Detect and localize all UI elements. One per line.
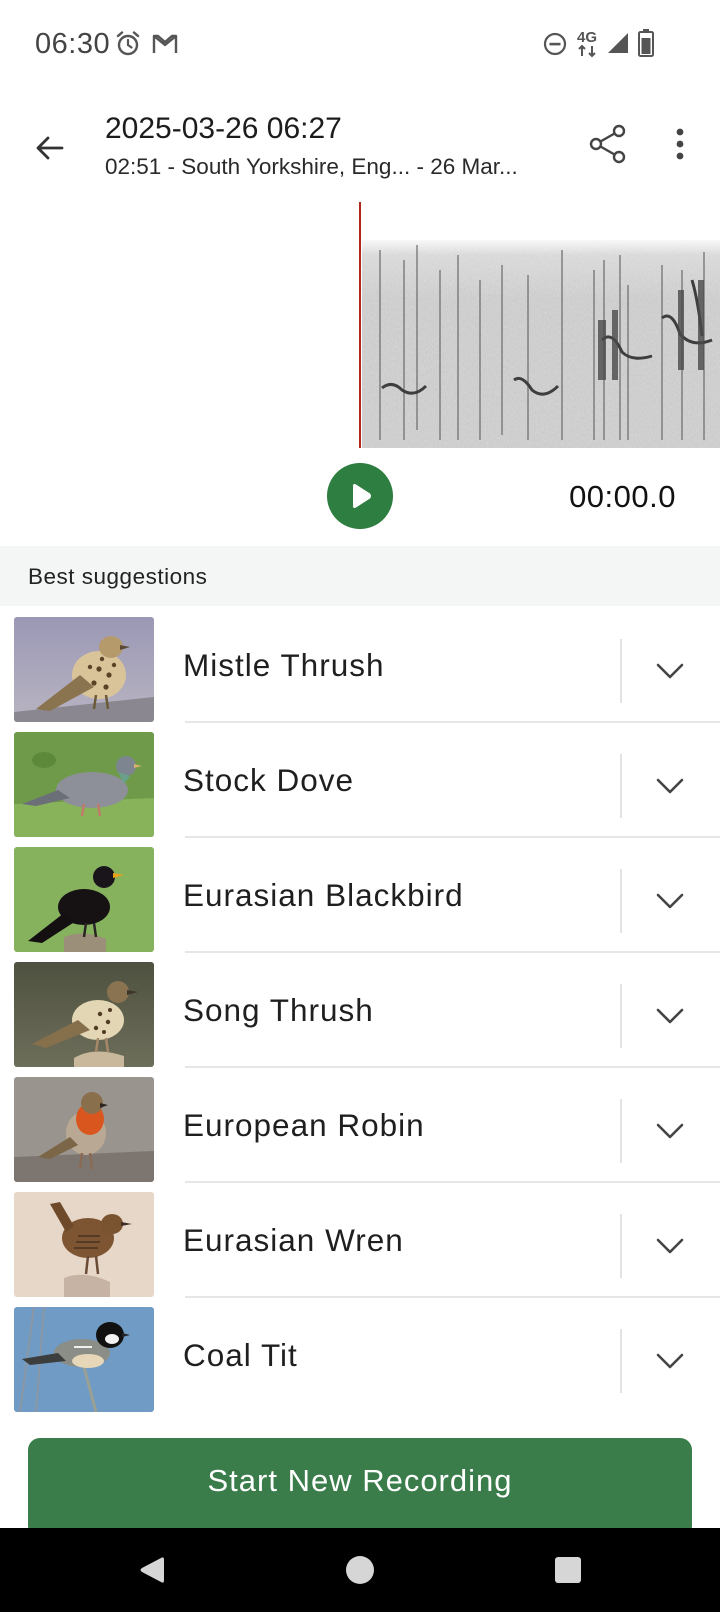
chevron-down-icon	[656, 1353, 684, 1369]
play-button[interactable]	[327, 463, 393, 529]
species-name: Stock Dove	[183, 762, 355, 798]
divider	[620, 1214, 622, 1278]
start-new-recording-button[interactable]: Start New Recording	[28, 1438, 692, 1538]
chevron-down-icon	[656, 1238, 684, 1254]
nav-home-icon	[346, 1556, 374, 1584]
page-title: 2025-03-26 06:27	[105, 112, 342, 145]
page-subtitle: 02:51 - South Yorkshire, Eng... - 26 Mar…	[105, 154, 518, 179]
song-thrush-photo	[14, 962, 154, 1067]
expand-button[interactable]	[640, 756, 700, 816]
species-name: Eurasian Blackbird	[183, 877, 464, 913]
list-item[interactable]: Coal Tit	[0, 1297, 720, 1412]
more-options-button[interactable]	[656, 116, 704, 172]
suggestions-header-label: Best suggestions	[28, 564, 208, 589]
alarm-icon	[115, 30, 141, 63]
list-item[interactable]: Stock Dove	[0, 722, 720, 838]
european-robin-photo	[14, 1077, 154, 1182]
expand-button[interactable]	[640, 641, 700, 701]
suggestions-header: Best suggestions	[0, 546, 720, 606]
chevron-down-icon	[656, 663, 684, 679]
4g-data-icon: 4G	[574, 28, 602, 63]
nav-home-button[interactable]	[332, 1542, 388, 1598]
nav-recents-icon	[555, 1557, 581, 1583]
play-icon	[353, 484, 371, 508]
nav-back-icon	[140, 1557, 164, 1583]
navigation-bar	[0, 1528, 720, 1612]
gmail-icon	[152, 33, 178, 60]
chevron-down-icon	[656, 778, 684, 794]
list-item[interactable]: Eurasian Wren	[0, 1182, 720, 1298]
divider	[620, 639, 622, 703]
more-vert-icon	[676, 128, 684, 160]
list-item[interactable]: Song Thrush	[0, 952, 720, 1068]
do-not-disturb-icon	[543, 32, 567, 61]
battery-icon	[638, 29, 654, 62]
app-bar: 2025-03-26 06:27 02:51 - South Yorkshire…	[0, 100, 720, 200]
playback-time: 00:00.0	[569, 479, 676, 514]
playhead[interactable]	[359, 202, 361, 448]
list-item[interactable]: European Robin	[0, 1067, 720, 1183]
nav-back-button[interactable]	[124, 1542, 180, 1598]
list-item[interactable]: Mistle Thrush	[0, 607, 720, 723]
eurasian-blackbird-photo	[14, 847, 154, 952]
divider	[620, 1099, 622, 1163]
species-name: Coal Tit	[183, 1337, 298, 1373]
stock-dove-photo	[14, 732, 154, 837]
chevron-down-icon	[656, 1123, 684, 1139]
divider	[620, 984, 622, 1048]
nav-recents-button[interactable]	[540, 1542, 596, 1598]
expand-button[interactable]	[640, 871, 700, 931]
divider	[620, 754, 622, 818]
arrow-back-icon	[36, 136, 64, 160]
coal-tit-photo	[14, 1307, 154, 1412]
network-label: 4G	[577, 29, 597, 46]
species-name: Song Thrush	[183, 992, 374, 1028]
expand-button[interactable]	[640, 1216, 700, 1276]
divider	[620, 869, 622, 933]
status-bar: 06:30 4G	[0, 0, 720, 90]
list-item[interactable]: Eurasian Blackbird	[0, 837, 720, 953]
expand-button[interactable]	[640, 1101, 700, 1161]
spectrogram[interactable]	[0, 202, 720, 448]
expand-button[interactable]	[640, 986, 700, 1046]
divider	[620, 1329, 622, 1393]
signal-icon	[606, 31, 630, 60]
back-button[interactable]	[22, 120, 78, 176]
suggestions-list: Mistle Thrush Stock Dove Eurasian Blackb…	[0, 607, 720, 1412]
species-name: Eurasian Wren	[183, 1222, 404, 1258]
screen: 06:30 4G 2025-03-26 06:27 02:51 - South …	[0, 0, 720, 1612]
species-name: European Robin	[183, 1107, 425, 1143]
chevron-down-icon	[656, 893, 684, 909]
chevron-down-icon	[656, 1008, 684, 1024]
share-button[interactable]	[580, 116, 636, 172]
species-name: Mistle Thrush	[183, 647, 385, 683]
spectrogram-image	[362, 240, 720, 448]
status-time: 06:30	[35, 28, 111, 60]
eurasian-wren-photo	[14, 1192, 154, 1297]
share-icon	[589, 124, 626, 164]
mistle-thrush-photo	[14, 617, 154, 722]
expand-button[interactable]	[640, 1331, 700, 1391]
